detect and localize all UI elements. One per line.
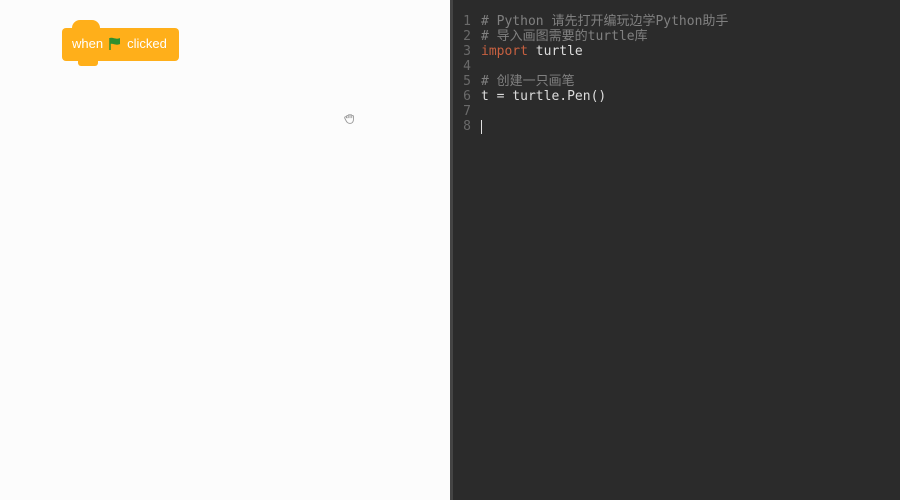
grab-cursor-icon [343,112,357,126]
when-label: when [72,36,103,51]
code-content[interactable]: # Python 请先打开编玩边学Python助手# 导入画图需要的turtle… [477,0,900,500]
code-line[interactable] [481,119,900,134]
blocks-canvas[interactable]: when clicked [0,0,453,500]
line-number: 8 [453,119,471,134]
line-number: 6 [453,89,471,104]
code-line[interactable] [481,104,900,119]
green-flag-icon [108,37,122,51]
code-line[interactable]: # 导入画图需要的turtle库 [481,29,900,44]
code-line[interactable] [481,59,900,74]
clicked-label: clicked [127,36,167,51]
line-number: 2 [453,29,471,44]
when-flag-clicked-block[interactable]: when clicked [62,28,179,61]
line-number: 3 [453,44,471,59]
code-line[interactable]: import turtle [481,44,900,59]
line-number: 1 [453,14,471,29]
code-line[interactable]: # Python 请先打开编玩边学Python助手 [481,14,900,29]
line-number: 5 [453,74,471,89]
line-number: 7 [453,104,471,119]
code-line[interactable]: t = turtle.Pen() [481,89,900,104]
code-editor[interactable]: 12345678 # Python 请先打开编玩边学Python助手# 导入画图… [453,0,900,500]
text-caret [481,120,482,134]
line-number-gutter: 12345678 [453,0,477,500]
code-line[interactable]: # 创建一只画笔 [481,74,900,89]
line-number: 4 [453,59,471,74]
